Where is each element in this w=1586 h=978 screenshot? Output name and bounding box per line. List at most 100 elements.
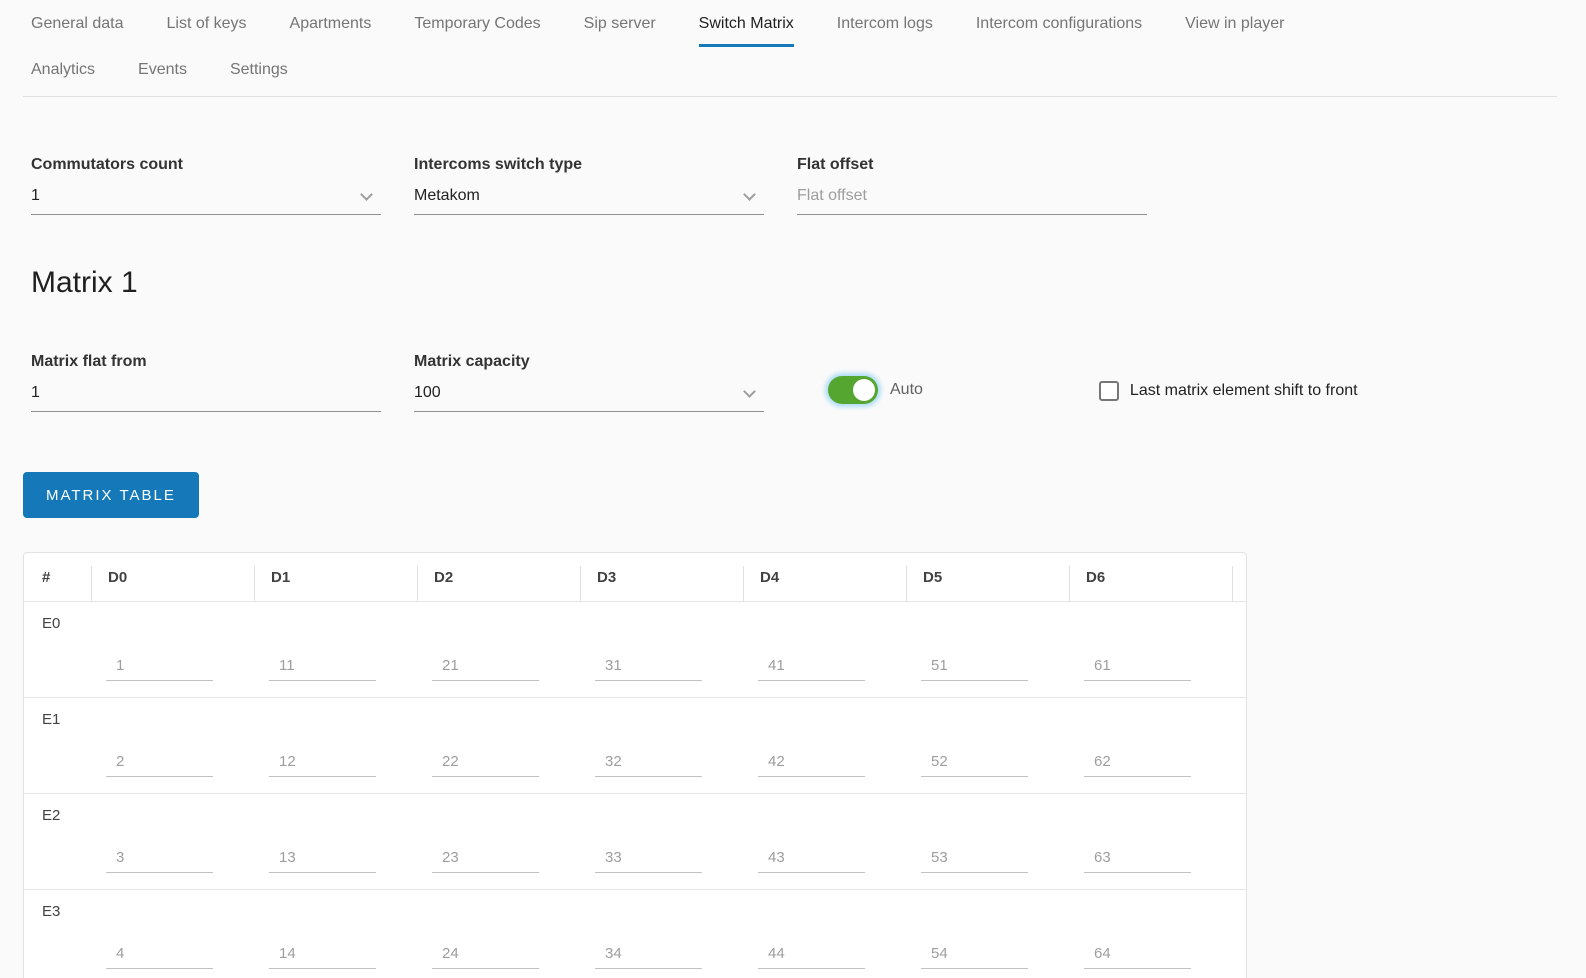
matrix-flat-from-label: Matrix flat from <box>31 352 381 371</box>
tab-bar: General data List of keys Apartments Tempor… <box>0 0 1586 97</box>
intercoms-switch-type-select[interactable]: Metakom <box>414 185 764 215</box>
matrix-cell-input[interactable] <box>921 657 1028 681</box>
chevron-down-icon <box>743 385 756 398</box>
matrix-cell <box>743 698 906 793</box>
matrix-cell <box>580 890 743 978</box>
commutators-count-label: Commutators count <box>31 155 381 174</box>
flat-offset-label: Flat offset <box>797 155 1147 174</box>
matrix-settings-row: Matrix flat from Matrix capacity 100 Aut… <box>31 352 1586 412</box>
shift-checkbox[interactable] <box>1099 381 1119 401</box>
matrix-cell-input[interactable] <box>432 945 539 969</box>
matrix-cell <box>906 698 1069 793</box>
matrix-heading: Matrix 1 <box>31 265 1586 301</box>
tab-settings[interactable]: Settings <box>230 60 288 79</box>
auto-toggle[interactable] <box>828 376 878 404</box>
matrix-cell-input[interactable] <box>269 849 376 873</box>
column-header-d5: D5 <box>906 553 1069 601</box>
matrix-cell-input[interactable] <box>1084 657 1191 681</box>
matrix-cell-input[interactable] <box>106 753 213 777</box>
matrix-cell-input[interactable] <box>595 753 702 777</box>
tabs-row-1: General data List of keys Apartments Tempor… <box>0 0 1586 47</box>
matrix-cell-input[interactable] <box>106 849 213 873</box>
tab-switch-matrix[interactable]: Switch Matrix <box>699 14 794 47</box>
matrix-cell-input[interactable] <box>921 753 1028 777</box>
tab-intercom-configurations[interactable]: Intercom configurations <box>976 14 1142 47</box>
matrix-cell-input[interactable] <box>269 753 376 777</box>
matrix-capacity-field: Matrix capacity 100 <box>414 352 764 412</box>
matrix-flat-from-field: Matrix flat from <box>31 352 381 412</box>
matrix-table-body: E0E1E2E3 <box>24 601 1246 978</box>
matrix-cell <box>1069 602 1232 697</box>
matrix-cell-input[interactable] <box>595 657 702 681</box>
row-spacer <box>1232 698 1246 793</box>
auto-toggle-label: Auto <box>890 381 923 399</box>
matrix-cell-input[interactable] <box>1084 945 1191 969</box>
matrix-cell <box>254 698 417 793</box>
matrix-cell <box>417 698 580 793</box>
matrix-cell <box>417 794 580 889</box>
tab-general-data[interactable]: General data <box>31 14 124 47</box>
tab-analytics[interactable]: Analytics <box>31 60 95 79</box>
matrix-cell-input[interactable] <box>758 849 865 873</box>
intercoms-switch-type-value: Metakom <box>414 187 480 205</box>
flat-offset-field: Flat offset <box>797 155 1147 215</box>
matrix-cell-input[interactable] <box>432 753 539 777</box>
matrix-table: #D0D1D2D3D4D5D6 E0E1E2E3 <box>23 552 1247 978</box>
matrix-capacity-label: Matrix capacity <box>414 352 764 371</box>
matrix-cell-input[interactable] <box>269 945 376 969</box>
matrix-row-e3: E3 <box>24 889 1246 978</box>
matrix-cell-input[interactable] <box>758 753 865 777</box>
matrix-flat-from-input[interactable] <box>31 382 381 412</box>
matrix-cell <box>906 602 1069 697</box>
commutators-count-select[interactable]: 1 <box>31 185 381 215</box>
column-header-d4: D4 <box>743 553 906 601</box>
tab-apartments[interactable]: Apartments <box>290 14 372 47</box>
matrix-cell-input[interactable] <box>758 945 865 969</box>
matrix-cell-input[interactable] <box>106 657 213 681</box>
matrix-cell-input[interactable] <box>432 657 539 681</box>
tab-view-in-player[interactable]: View in player <box>1185 14 1284 47</box>
matrix-cell <box>1069 890 1232 978</box>
column-header-d2: D2 <box>417 553 580 601</box>
matrix-cell <box>254 890 417 978</box>
row-spacer <box>1232 602 1246 697</box>
auto-toggle-group: Auto <box>828 352 923 412</box>
shift-checkbox-group[interactable]: Last matrix element shift to front <box>1099 352 1358 412</box>
matrix-cell-input[interactable] <box>1084 753 1191 777</box>
row-label: E3 <box>24 890 91 978</box>
matrix-cell-input[interactable] <box>432 849 539 873</box>
matrix-cell-input[interactable] <box>921 945 1028 969</box>
tab-intercom-logs[interactable]: Intercom logs <box>837 14 933 47</box>
tab-temporary-codes[interactable]: Temporary Codes <box>414 14 540 47</box>
tab-events[interactable]: Events <box>138 60 187 79</box>
tab-sip-server[interactable]: Sip server <box>584 14 656 47</box>
matrix-capacity-value: 100 <box>414 384 441 402</box>
tab-list-of-keys[interactable]: List of keys <box>167 14 247 47</box>
matrix-capacity-select[interactable]: 100 <box>414 382 764 412</box>
matrix-cell-input[interactable] <box>595 945 702 969</box>
matrix-cell <box>417 890 580 978</box>
matrix-cell-input[interactable] <box>106 945 213 969</box>
matrix-cell-input[interactable] <box>595 849 702 873</box>
matrix-cell <box>743 602 906 697</box>
matrix-table-header: #D0D1D2D3D4D5D6 <box>24 553 1246 601</box>
chevron-down-icon <box>743 188 756 201</box>
matrix-cell-input[interactable] <box>1084 849 1191 873</box>
switch-settings-row: Commutators count 1 Intercoms switch typ… <box>31 155 1586 215</box>
matrix-cell <box>906 794 1069 889</box>
matrix-cell <box>91 602 254 697</box>
matrix-cell <box>91 794 254 889</box>
row-label: E2 <box>24 794 91 889</box>
switch-matrix-page: Commutators count 1 Intercoms switch typ… <box>0 155 1586 978</box>
matrix-cell <box>91 698 254 793</box>
matrix-row-e2: E2 <box>24 793 1246 889</box>
matrix-cell-input[interactable] <box>269 657 376 681</box>
matrix-cell <box>1069 698 1232 793</box>
matrix-cell-input[interactable] <box>921 849 1028 873</box>
matrix-cell <box>580 602 743 697</box>
column-header-: # <box>24 553 91 601</box>
matrix-cell <box>417 602 580 697</box>
matrix-cell-input[interactable] <box>758 657 865 681</box>
matrix-table-button[interactable]: MATRIX TABLE <box>23 472 199 518</box>
flat-offset-input[interactable] <box>797 185 1147 215</box>
